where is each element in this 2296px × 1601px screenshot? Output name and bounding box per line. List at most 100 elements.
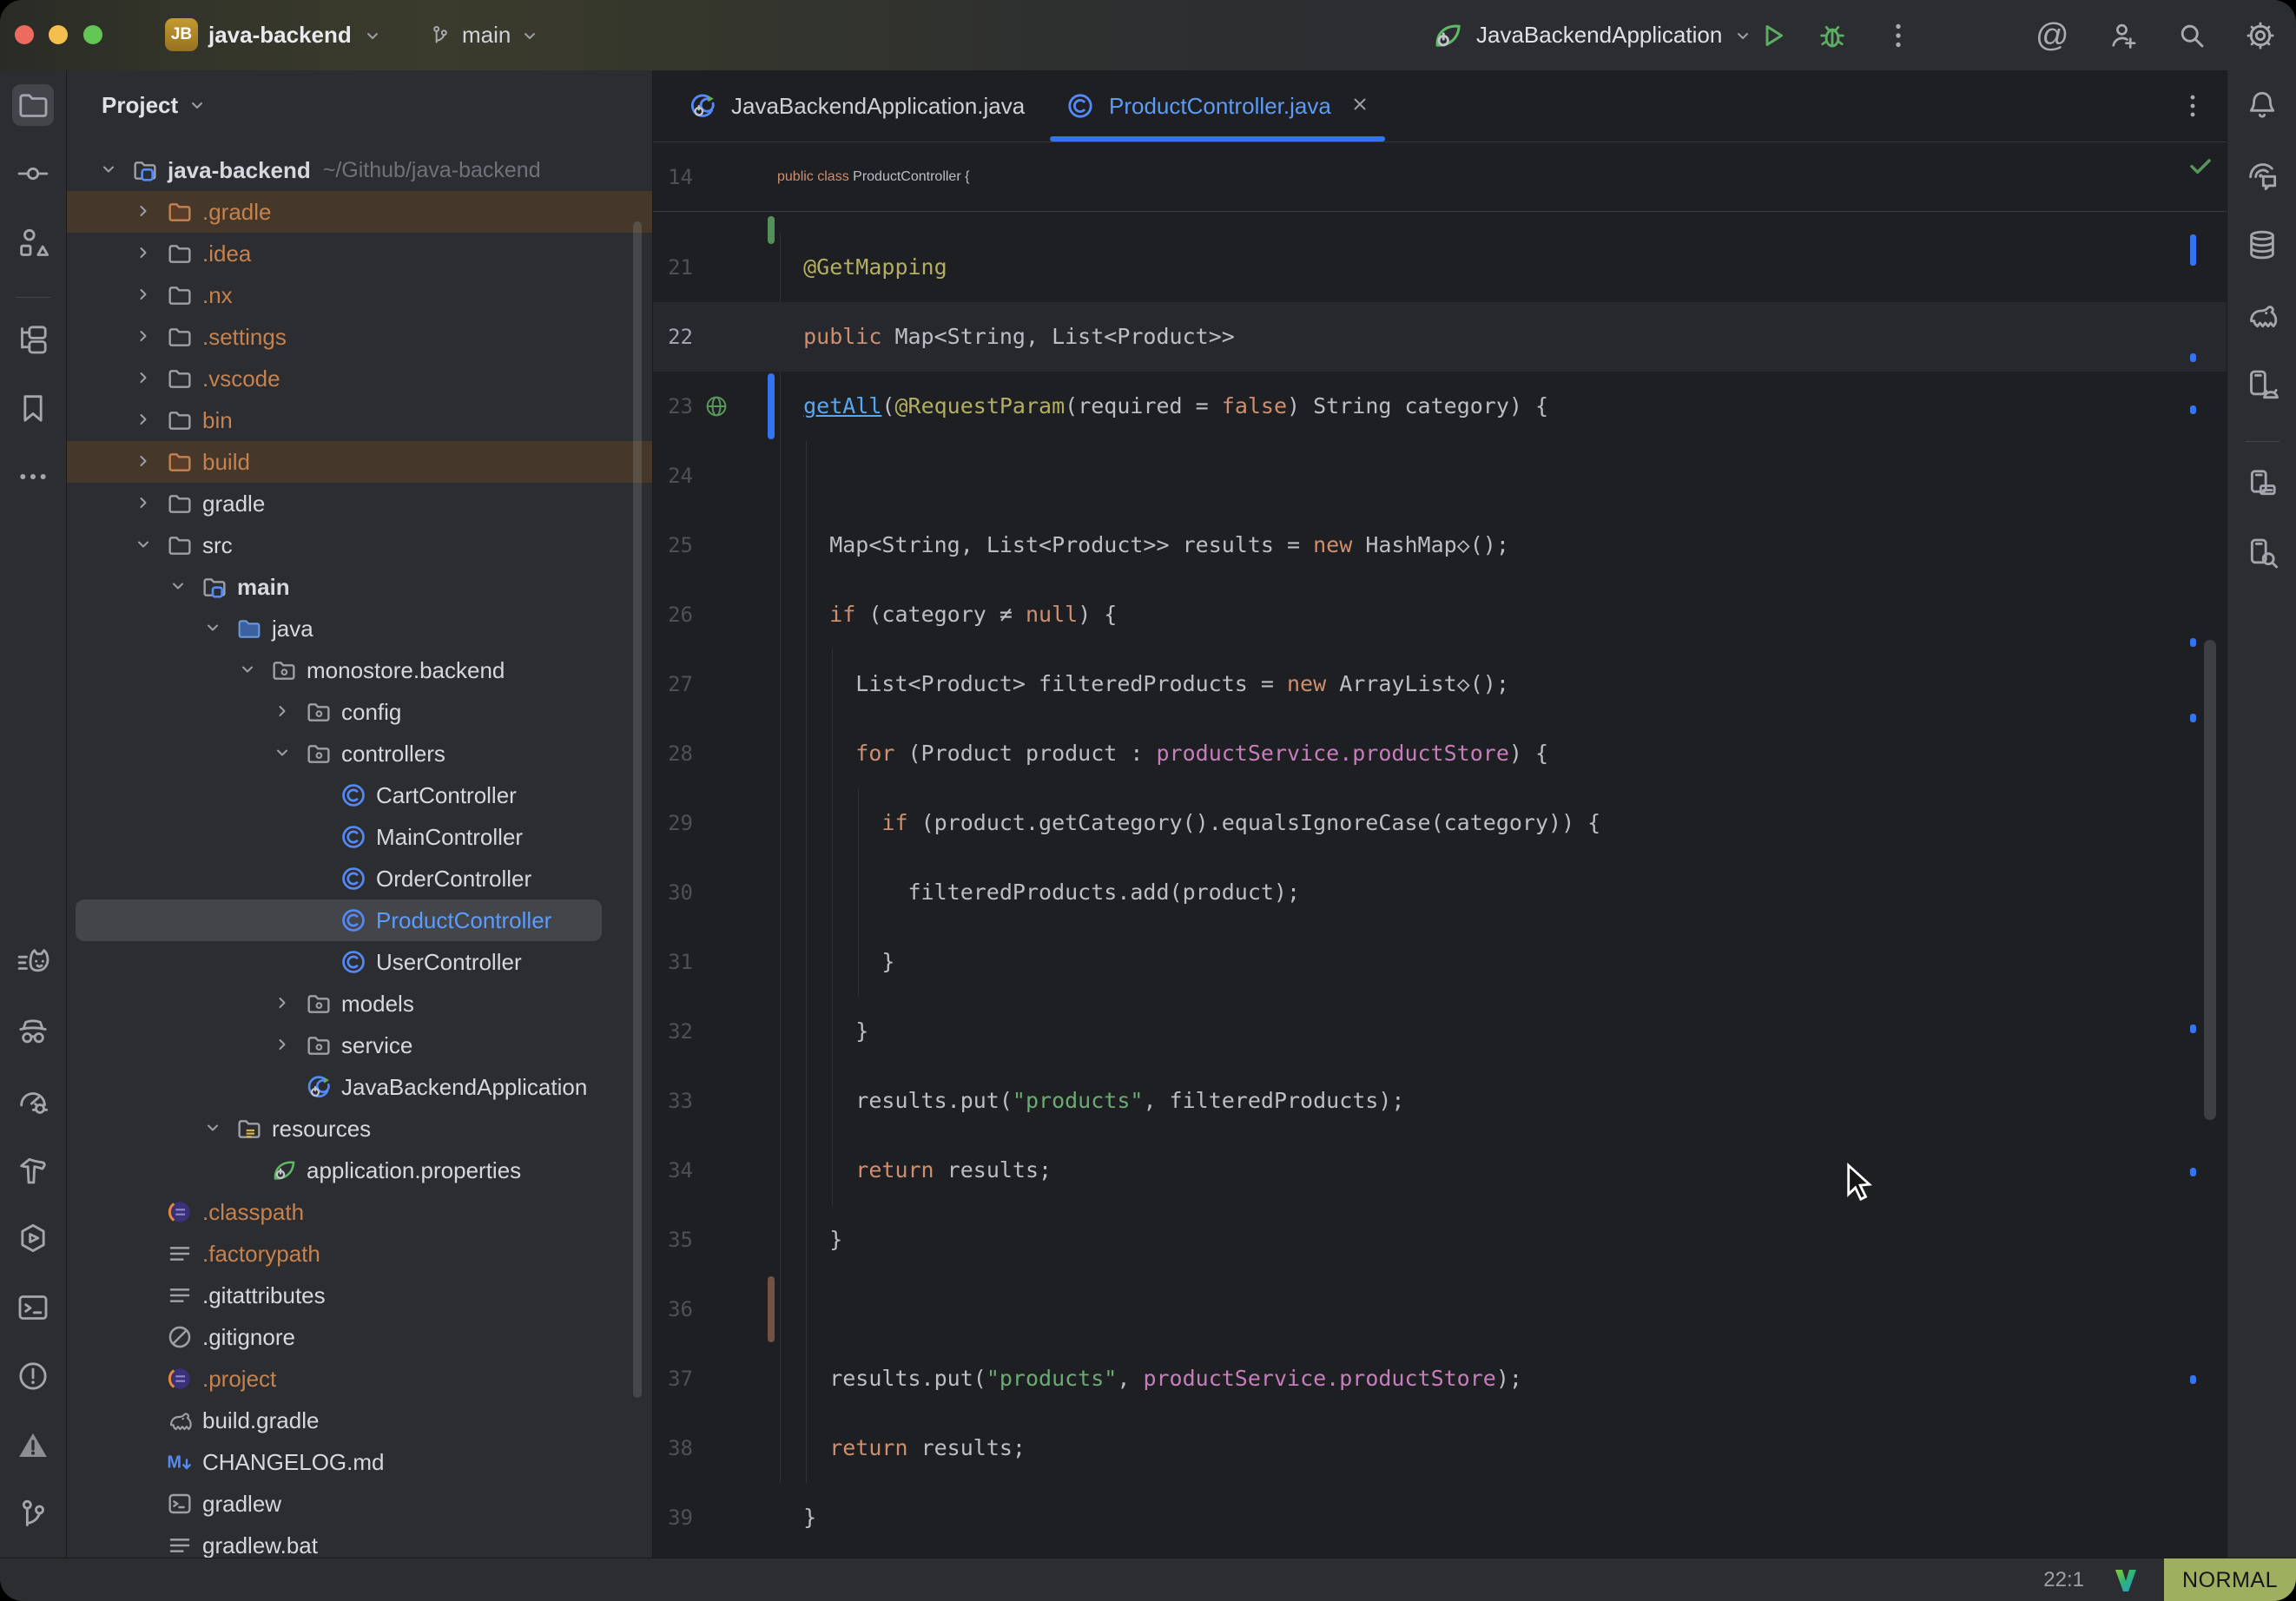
chevron-collapsed-icon[interactable]: [135, 449, 152, 476]
tree-item-maincontroller[interactable]: MainController: [67, 816, 652, 858]
close-window-button[interactable]: [15, 25, 34, 44]
endpoint-globe-icon[interactable]: [703, 393, 729, 419]
chevron-expanded-icon[interactable]: [169, 574, 187, 601]
tool-button-git-branch[interactable]: [12, 1493, 54, 1535]
chevron-expanded-icon[interactable]: [239, 657, 256, 684]
tree-item-resources[interactable]: resources: [67, 1108, 652, 1150]
tool-button-running-devices[interactable]: [2241, 463, 2283, 504]
tool-button-services[interactable]: [12, 1217, 54, 1259]
tree-item-main[interactable]: main: [67, 566, 652, 608]
minimize-window-button[interactable]: [49, 25, 68, 44]
tree-item--factorypath[interactable]: .factorypath: [67, 1233, 652, 1275]
run-button[interactable]: [1757, 20, 1788, 56]
project-scrollbar[interactable]: [633, 221, 642, 1398]
tree-item-bin[interactable]: bin: [67, 399, 652, 441]
tree-item--classpath[interactable]: .classpath: [67, 1191, 652, 1233]
tree-item-controllers[interactable]: controllers: [67, 733, 652, 774]
tree-item-monostore-backend[interactable]: monostore.backend: [67, 649, 652, 691]
stripe-change-mark[interactable]: [2190, 353, 2196, 362]
tree-item-gradlew[interactable]: gradlew: [67, 1483, 652, 1525]
tree-item-cartcontroller[interactable]: CartController: [67, 774, 652, 816]
chevron-collapsed-icon[interactable]: [135, 366, 152, 392]
stripe-change-mark[interactable]: [2190, 1168, 2196, 1176]
tree-item-config[interactable]: config: [67, 691, 652, 733]
ideavim-icon[interactable]: [2112, 1566, 2140, 1598]
chevron-expanded-icon[interactable]: [100, 157, 117, 184]
chevron-collapsed-icon[interactable]: [135, 240, 152, 267]
tree-item--gitignore[interactable]: .gitignore: [67, 1316, 652, 1358]
chevron-collapsed-icon[interactable]: [135, 282, 152, 309]
tree-item-java-backend[interactable]: java-backend~/Github/java-backend: [67, 149, 652, 191]
chevron-expanded-icon[interactable]: [204, 1116, 221, 1143]
tree-item--idea[interactable]: .idea: [67, 233, 652, 274]
tree-item--project[interactable]: .project: [67, 1358, 652, 1400]
tree-item-models[interactable]: models: [67, 983, 652, 1025]
tool-button-warnings[interactable]: [12, 1425, 54, 1466]
chevron-collapsed-icon[interactable]: [274, 1032, 291, 1059]
tool-button-app-inspection[interactable]: [2241, 532, 2283, 574]
inspections-ok-check-icon[interactable]: [2187, 152, 2214, 184]
chevron-collapsed-icon[interactable]: [135, 491, 152, 517]
branch-selector[interactable]: main: [429, 0, 538, 70]
editor-options-kebab-icon[interactable]: [2178, 91, 2207, 125]
search-icon[interactable]: [2176, 20, 2207, 56]
tree-item-java[interactable]: java: [67, 608, 652, 649]
chevron-collapsed-icon[interactable]: [274, 699, 291, 726]
editor-scrollbar[interactable]: [2204, 640, 2216, 1120]
chevron-expanded-icon[interactable]: [135, 532, 152, 559]
tree-item-gradlew-bat[interactable]: gradlew.bat: [67, 1525, 652, 1558]
tool-button-bookmarks[interactable]: [12, 387, 54, 429]
tool-button-structure-shapes[interactable]: [12, 221, 54, 263]
settings-gear-icon[interactable]: [2245, 20, 2276, 56]
stripe-caret-mark[interactable]: [2190, 234, 2196, 266]
tree-item-build-gradle[interactable]: build.gradle: [67, 1400, 652, 1441]
tool-button-more-dots[interactable]: [12, 456, 54, 497]
code-viewport[interactable]: 21@GetMapping22public Map<String, List<P…: [653, 212, 2227, 1558]
ai-assistant-at-icon[interactable]: @: [2035, 17, 2069, 55]
chevron-expanded-icon[interactable]: [204, 616, 221, 642]
stripe-change-mark[interactable]: [2190, 638, 2196, 647]
caret-position-widget[interactable]: 22:1: [1997, 1558, 2084, 1601]
tool-button-build-hammer[interactable]: [12, 1149, 54, 1190]
tool-button-notifications-bell[interactable]: [2241, 84, 2283, 126]
tree-item-javabackendapplication[interactable]: JavaBackendApplication: [67, 1066, 652, 1108]
tree-item--gradle[interactable]: .gradle: [67, 191, 652, 233]
chevron-collapsed-icon[interactable]: [274, 991, 291, 1018]
tree-item--nx[interactable]: .nx: [67, 274, 652, 316]
tree-item--vscode[interactable]: .vscode: [67, 358, 652, 399]
tool-button-problems[interactable]: [12, 1355, 54, 1397]
tool-button-incognito[interactable]: [12, 1011, 54, 1052]
tree-item-changelog-md[interactable]: MCHANGELOG.md: [67, 1441, 652, 1483]
tool-button-commit[interactable]: [12, 153, 54, 194]
tree-item-src[interactable]: src: [67, 524, 652, 566]
chevron-collapsed-icon[interactable]: [135, 199, 152, 226]
tree-item-build[interactable]: build: [67, 441, 652, 483]
tree-item-gradle[interactable]: gradle: [67, 483, 652, 524]
vim-mode-badge[interactable]: NORMAL: [2164, 1558, 2296, 1601]
tool-button-project-folder[interactable]: [12, 84, 54, 126]
tree-item-application-properties[interactable]: application.properties: [67, 1150, 652, 1191]
tree-item-ordercontroller[interactable]: OrderController: [67, 858, 652, 899]
tool-button-hierarchy[interactable]: [12, 319, 54, 360]
tab-productcontroller-java[interactable]: ProductController.java: [1048, 70, 1387, 142]
tree-item-service[interactable]: service: [67, 1025, 652, 1066]
zoom-window-button[interactable]: [83, 25, 102, 44]
tab-javabackendapplication-java[interactable]: JavaBackendApplication.java: [673, 70, 1027, 142]
tree-item-productcontroller[interactable]: ProductController: [67, 899, 652, 941]
debug-button[interactable]: [1817, 20, 1848, 56]
tree-item-usercontroller[interactable]: UserController: [67, 941, 652, 983]
tool-button-profiler[interactable]: [12, 1079, 54, 1121]
chevron-collapsed-icon[interactable]: [135, 407, 152, 434]
run-configuration-selector[interactable]: JavaBackendApplication: [1431, 0, 1752, 70]
tool-button-device-manager[interactable]: [2241, 364, 2283, 405]
chevron-expanded-icon[interactable]: [274, 741, 291, 768]
project-selector[interactable]: java-backend: [208, 0, 381, 70]
stripe-change-mark[interactable]: [2190, 405, 2196, 414]
stripe-change-mark[interactable]: [2190, 1025, 2196, 1033]
stripe-change-mark[interactable]: [2190, 1375, 2196, 1384]
tab-close-icon[interactable]: [1350, 93, 1369, 120]
tool-button-ai-cat[interactable]: [12, 941, 54, 983]
more-actions-button[interactable]: [1883, 20, 1914, 56]
stripe-change-mark[interactable]: [2190, 714, 2196, 722]
tool-button-database[interactable]: [2241, 224, 2283, 266]
